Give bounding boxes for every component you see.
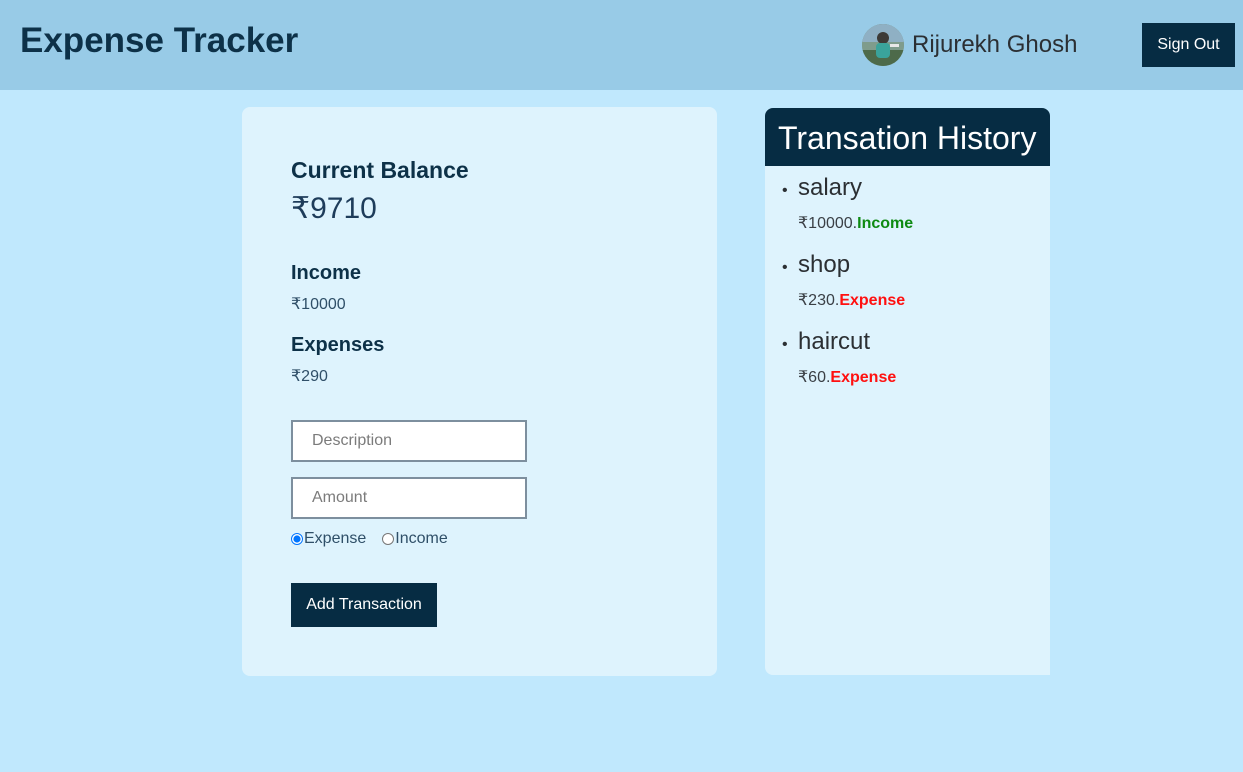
history-title: Transation History (778, 120, 1037, 156)
history-item-amount: ₹10000. (798, 215, 858, 232)
history-list: • salary ₹10000.Income • shop ₹230.Expen… (765, 172, 1050, 403)
transaction-history-panel: Transation History • salary ₹10000.Incom… (765, 108, 1050, 675)
history-item-name: haircut (798, 328, 871, 355)
income-option[interactable]: Income (382, 529, 448, 549)
history-item-meta: ₹230.Expense (798, 291, 905, 311)
add-transaction-button[interactable]: Add Transaction (291, 583, 437, 627)
bullet-icon: • (782, 182, 788, 199)
transaction-type-group: Expense Income (291, 529, 448, 549)
history-item: • haircut ₹60.Expense (765, 326, 1050, 403)
history-item-amount: ₹60. (798, 369, 831, 386)
description-input[interactable] (291, 420, 527, 462)
avatar-photo-icon (862, 24, 904, 66)
history-item-type: Expense (830, 369, 897, 386)
expenses-label: Expenses (291, 334, 385, 356)
income-value: ₹10000 (291, 296, 346, 313)
bullet-icon: • (782, 259, 788, 276)
sign-out-button[interactable]: Sign Out (1142, 23, 1235, 67)
income-label: Income (291, 262, 362, 284)
amount-input[interactable] (291, 477, 527, 519)
history-item-meta: ₹10000.Income (798, 214, 913, 234)
balance-card: Current Balance ₹9710 Income ₹10000 Expe… (242, 107, 717, 676)
history-item-name: salary (798, 174, 863, 201)
user-name: Rijurekh Ghosh (912, 31, 1078, 58)
bullet-icon: • (782, 336, 788, 353)
expenses-value: ₹290 (291, 368, 328, 385)
history-item-type: Income (857, 215, 914, 232)
expense-radio-label: Expense (304, 530, 367, 547)
income-radio-label: Income (395, 530, 448, 547)
history-item: • salary ₹10000.Income (765, 172, 1050, 249)
history-item-type: Expense (839, 292, 906, 309)
history-item-name: shop (798, 251, 851, 278)
income-radio[interactable] (382, 533, 395, 545)
history-item: • shop ₹230.Expense (765, 249, 1050, 326)
top-header: Expense Tracker Rijurekh Ghosh Sign Out (0, 0, 1243, 90)
expense-option[interactable]: Expense (291, 529, 366, 549)
user-avatar[interactable] (862, 24, 904, 66)
current-balance-value: ₹9710 (291, 192, 377, 225)
history-item-amount: ₹230. (798, 292, 840, 309)
app-title: Expense Tracker (20, 21, 299, 60)
history-header: Transation History (765, 108, 1050, 166)
history-item-meta: ₹60.Expense (798, 368, 896, 388)
current-balance-label: Current Balance (291, 157, 469, 183)
expense-radio[interactable] (291, 533, 303, 545)
